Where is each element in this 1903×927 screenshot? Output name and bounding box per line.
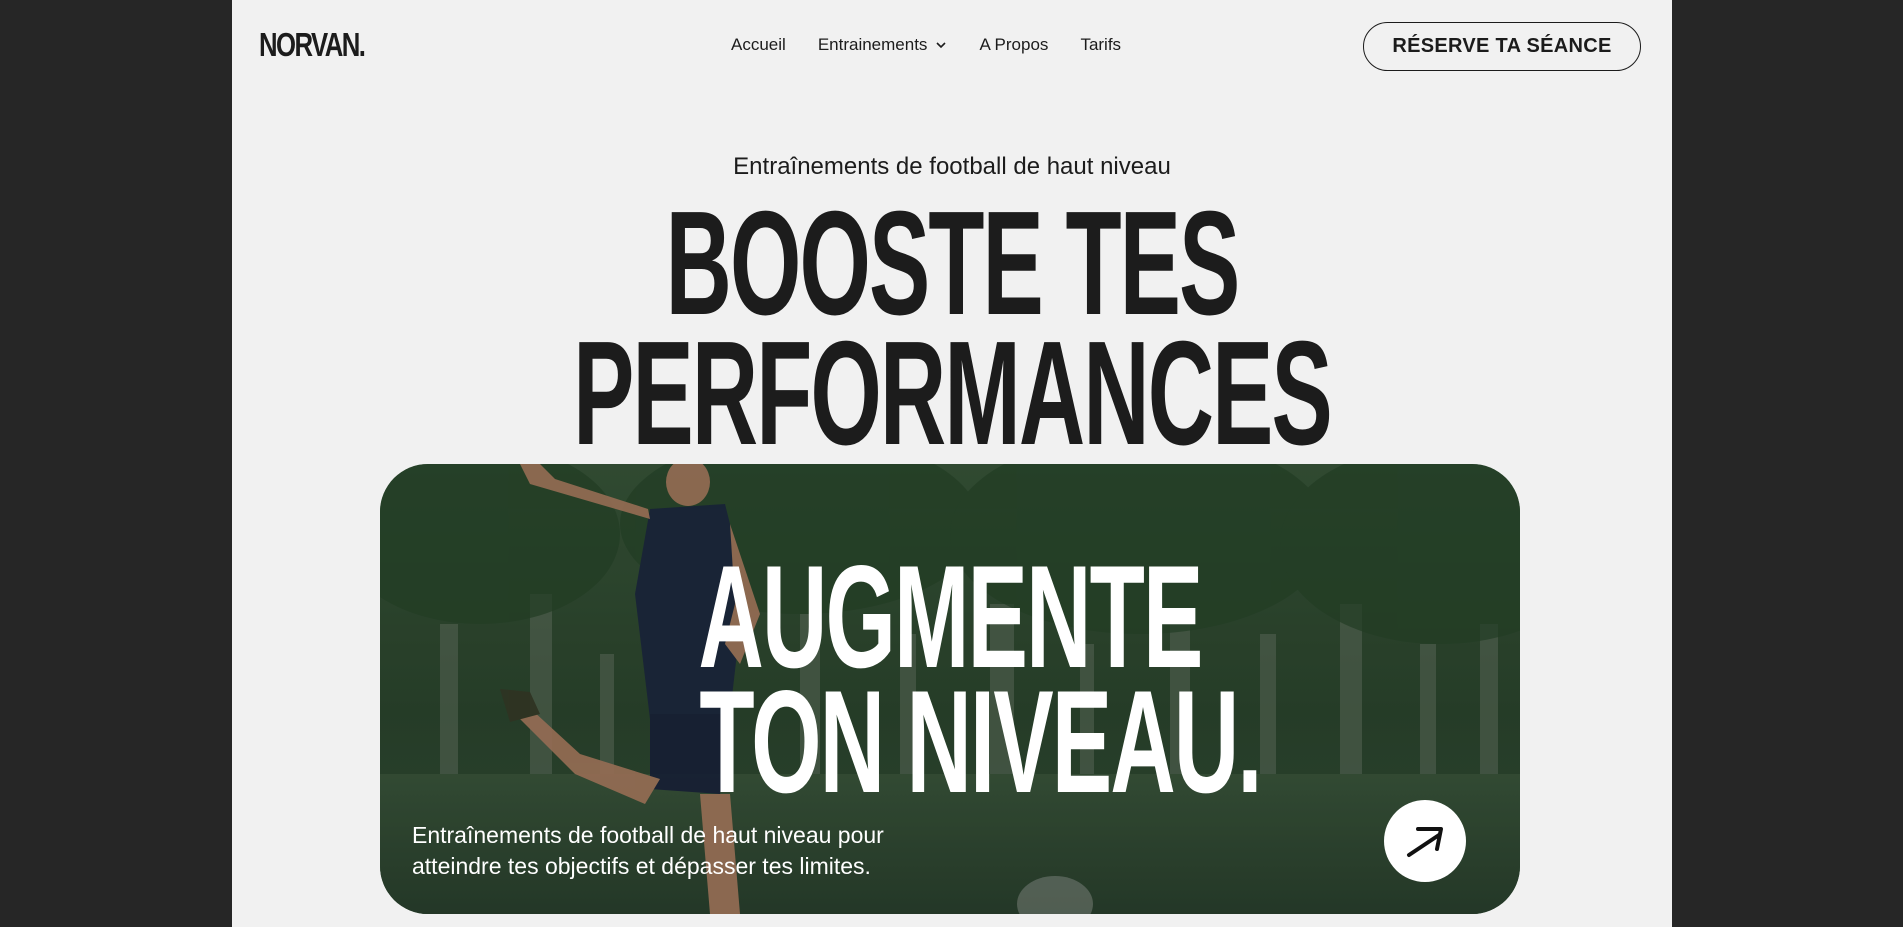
nav-item-label: Accueil bbox=[731, 35, 786, 54]
brand-logo[interactable]: NORVAN. bbox=[259, 26, 366, 64]
hero-image-card: AUGMENTE TON NIVEAU. Entraînements de fo… bbox=[380, 464, 1520, 914]
chevron-down-icon bbox=[936, 42, 947, 49]
nav-item-label: A Propos bbox=[979, 35, 1049, 54]
card-description: Entraînements de football de haut niveau… bbox=[412, 820, 892, 882]
card-description-line-2: atteindre tes objectifs et dépasser tes … bbox=[412, 853, 871, 879]
hero-kicker: Entraînements de football de haut niveau bbox=[733, 153, 1171, 180]
card-title-line-2: TON NIVEAU. bbox=[699, 660, 1262, 823]
nav-item-a-propos[interactable]: A Propos bbox=[979, 35, 1048, 55]
hero-title-line-2: PERFORMANCES bbox=[573, 311, 1333, 476]
nav-item-accueil[interactable]: Accueil bbox=[731, 35, 786, 55]
nav-item-label: Entrainements bbox=[817, 35, 928, 54]
card-description-line-1: Entraînements de football de haut niveau… bbox=[412, 822, 884, 848]
arrow-up-right-icon bbox=[1407, 827, 1443, 857]
page: NORVAN. Accueil Entrainements A Propos T… bbox=[232, 0, 1672, 927]
nav-item-tarifs[interactable]: Tarifs bbox=[1080, 35, 1121, 55]
nav-item-label: Tarifs bbox=[1080, 35, 1122, 54]
nav-item-entrainements[interactable]: Entrainements bbox=[818, 35, 948, 55]
book-session-button[interactable]: RÉSERVE TA SÉANCE bbox=[1363, 22, 1641, 71]
card-arrow-button[interactable] bbox=[1384, 800, 1466, 882]
main-nav: Accueil Entrainements A Propos Tarifs bbox=[731, 35, 1153, 55]
